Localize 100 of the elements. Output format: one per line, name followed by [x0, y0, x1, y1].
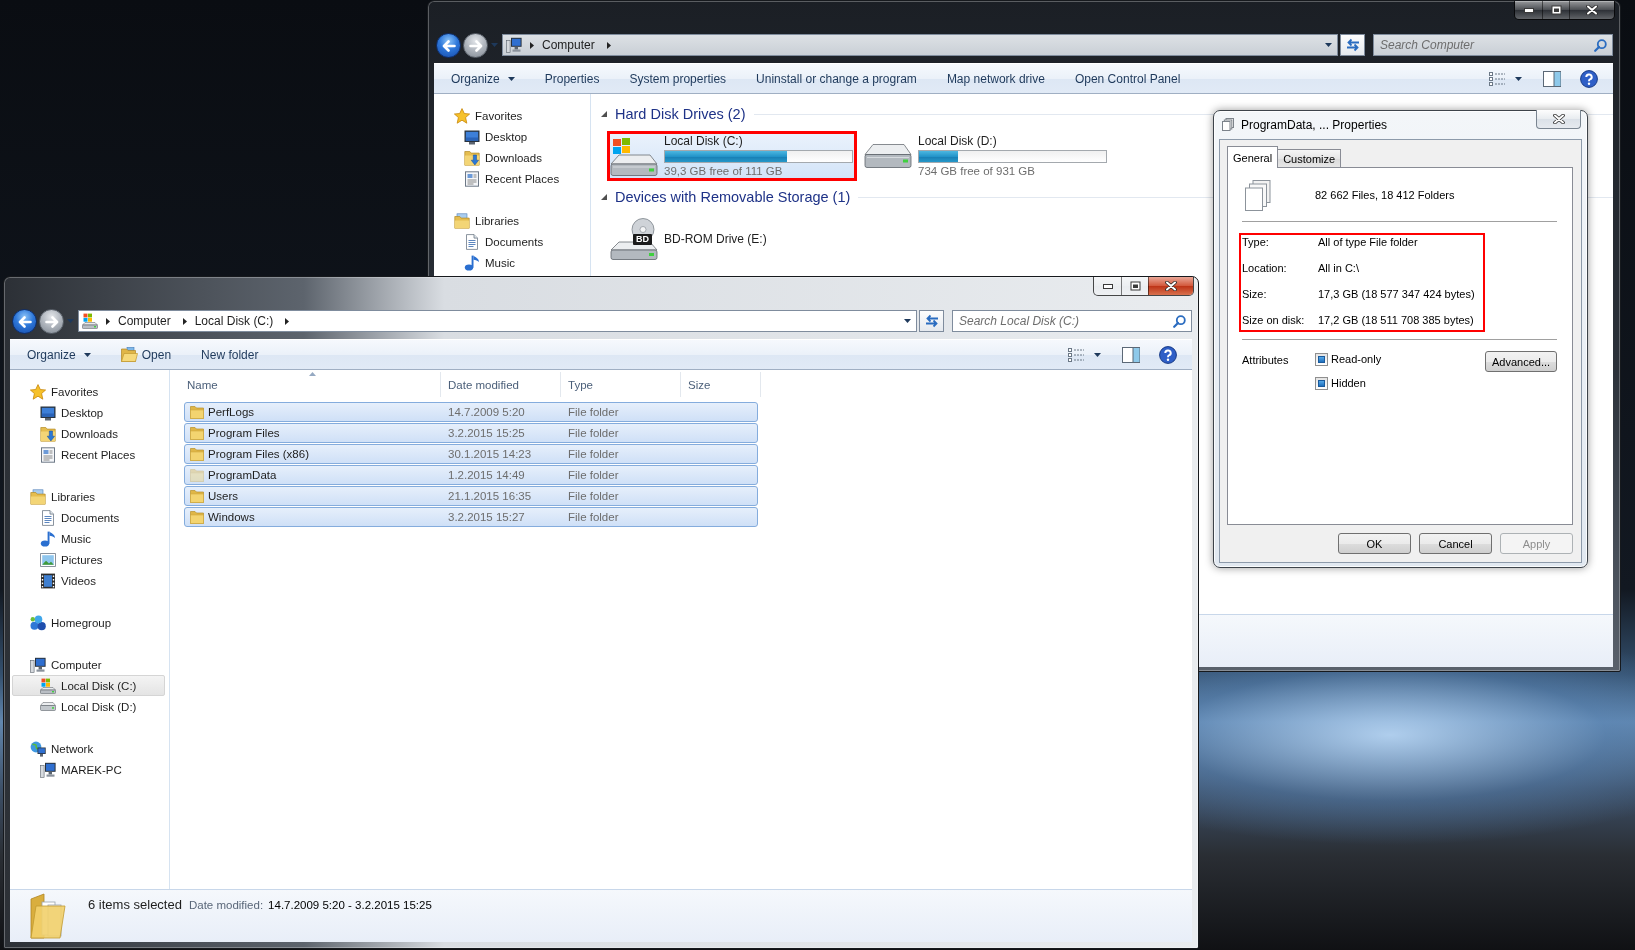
triangle-icon[interactable] — [601, 111, 607, 117]
drive-name[interactable]: Local Disk (C:) — [664, 134, 853, 148]
column-header[interactable]: Type — [561, 372, 681, 397]
close-button[interactable] — [1148, 277, 1193, 295]
nav-item[interactable]: Computer — [12, 654, 165, 675]
nav-item[interactable]: Favorites — [436, 105, 586, 126]
drive-tile[interactable]: Local Disk (D:) 734 GB free of 931 GB — [861, 131, 1111, 181]
group-title[interactable]: Devices with Removable Storage (1) — [615, 187, 851, 207]
breadcrumb-item[interactable]: Local Disk (C:) — [189, 311, 283, 331]
close-button[interactable] — [1569, 1, 1614, 19]
minimize-button[interactable] — [1515, 1, 1542, 19]
preview-pane-icon[interactable] — [1543, 70, 1561, 87]
nav-item[interactable]: Homegroup — [12, 612, 165, 633]
drive-tile[interactable]: Local Disk (C:) 39,3 GB free of 111 GB — [607, 131, 857, 181]
caret-right-icon[interactable] — [606, 41, 611, 49]
toolbar-button[interactable]: New folder — [186, 340, 274, 369]
group-title[interactable]: Hard Disk Drives (2) — [615, 104, 746, 124]
folder-arrow-icon — [464, 149, 480, 166]
refresh-button[interactable] — [919, 310, 944, 332]
nav-item[interactable]: Documents — [436, 231, 586, 252]
caret-down-icon[interactable] — [1515, 76, 1522, 81]
file-type: File folder — [568, 511, 619, 523]
toolbar-button[interactable]: System properties — [614, 64, 742, 93]
toolbar-button[interactable]: Properties — [529, 64, 615, 93]
file-row[interactable]: PerfLogs 14.7.2009 5:20 File folder — [184, 402, 758, 422]
refresh-button[interactable] — [1340, 34, 1365, 56]
tab[interactable]: Customize — [1277, 149, 1342, 167]
help-icon[interactable] — [1580, 69, 1598, 88]
back-button[interactable] — [12, 309, 37, 334]
nav-item[interactable]: Libraries — [12, 486, 165, 507]
column-header[interactable]: Date modified — [441, 372, 561, 397]
column-header[interactable]: Name — [184, 372, 441, 397]
nav-item[interactable]: Recent Places — [12, 444, 165, 465]
close-button[interactable] — [1536, 110, 1581, 129]
dialog-button[interactable]: Cancel — [1419, 533, 1492, 554]
file-row[interactable]: Windows 3.2.2015 15:27 File folder — [184, 507, 758, 527]
drive-name[interactable]: BD-ROM Drive (E:) — [664, 232, 853, 246]
caret-right-icon[interactable] — [530, 41, 534, 49]
hard-drive-icon — [610, 136, 658, 176]
nav-item[interactable]: Local Disk (C:) — [12, 675, 165, 696]
caret-right-icon[interactable] — [285, 317, 290, 325]
list-view-icon[interactable] — [1489, 71, 1505, 86]
search-field[interactable]: Search Computer — [1373, 34, 1613, 56]
checkbox[interactable] — [1315, 376, 1328, 390]
caret-down-icon[interactable] — [1094, 352, 1101, 357]
caret-down-icon[interactable] — [904, 319, 911, 323]
nav-item[interactable]: MAREK-PC — [12, 759, 165, 780]
nav-item[interactable]: Libraries — [436, 210, 586, 231]
preview-pane-icon[interactable] — [1122, 346, 1140, 363]
back-button[interactable] — [436, 33, 461, 58]
maximize-button[interactable] — [1542, 1, 1569, 19]
maximize-button[interactable] — [1121, 277, 1148, 295]
nav-item[interactable]: Videos — [12, 570, 165, 591]
property-label: Type: — [1242, 235, 1270, 249]
nav-item[interactable]: Pictures — [12, 549, 165, 570]
nav-item[interactable]: Music — [436, 252, 586, 273]
drive-tile[interactable]: BD BD-ROM Drive (E:) — [607, 214, 857, 264]
caret-right-icon[interactable] — [182, 317, 187, 325]
column-header[interactable]: Size — [681, 372, 761, 397]
search-field[interactable]: Search Local Disk (C:) — [952, 310, 1192, 332]
advanced-button[interactable]: Advanced... — [1485, 351, 1557, 372]
tab[interactable]: General — [1227, 146, 1279, 168]
breadcrumb-item[interactable]: Computer — [537, 35, 604, 55]
minimize-button[interactable] — [1094, 277, 1121, 295]
menu-button[interactable]: Organize — [12, 340, 106, 369]
caret-right-icon[interactable] — [106, 317, 110, 325]
file-row[interactable]: Program Files (x86) 30.1.2015 14:23 File folder — [184, 444, 758, 464]
breadcrumb-item[interactable]: Computer — [113, 311, 180, 331]
maximize-icon — [1129, 281, 1141, 291]
nav-item[interactable]: Documents — [12, 507, 165, 528]
toolbar-button[interactable]: Open Control Panel — [1059, 64, 1196, 93]
file-row[interactable]: Program Files 3.2.2015 15:25 File folder — [184, 423, 758, 443]
caret-down-icon[interactable] — [1325, 43, 1332, 47]
file-row[interactable]: ProgramData 1.2.2015 14:49 File folder — [184, 465, 758, 485]
drive-name[interactable]: Local Disk (D:) — [918, 134, 1107, 148]
file-row[interactable]: Users 21.1.2015 16:35 File folder — [184, 486, 758, 506]
checkbox[interactable] — [1315, 352, 1328, 366]
nav-item[interactable]: Downloads — [436, 147, 586, 168]
checkbox-label[interactable]: Read-only — [1331, 353, 1382, 365]
nav-item[interactable]: Desktop — [436, 126, 586, 147]
nav-item[interactable]: Favorites — [12, 381, 165, 402]
list-view-icon[interactable] — [1068, 347, 1084, 362]
toolbar-button[interactable]: Map network drive — [931, 64, 1060, 93]
help-icon[interactable] — [1159, 345, 1177, 364]
toolbar-button[interactable]: Uninstall or change a program — [741, 64, 932, 93]
toolbar-button[interactable]: Open — [105, 340, 187, 369]
checkbox-label[interactable]: Hidden — [1331, 377, 1366, 389]
address-bar[interactable]: Computer — [502, 34, 1338, 56]
dialog-button[interactable]: OK — [1338, 533, 1411, 554]
star-icon — [454, 107, 470, 124]
nav-item[interactable]: Desktop — [12, 402, 165, 423]
nav-item[interactable]: Recent Places — [436, 168, 586, 189]
nav-item[interactable]: Local Disk (D:) — [12, 696, 165, 717]
nav-item[interactable]: Downloads — [12, 423, 165, 444]
address-bar[interactable]: Computer Local Disk (C:) — [78, 310, 917, 332]
free-space-text: 734 GB free of 931 GB — [918, 164, 1036, 178]
nav-item[interactable]: Network — [12, 738, 165, 759]
nav-item[interactable]: Music — [12, 528, 165, 549]
menu-button[interactable]: Organize — [436, 64, 530, 93]
triangle-icon[interactable] — [601, 194, 607, 200]
